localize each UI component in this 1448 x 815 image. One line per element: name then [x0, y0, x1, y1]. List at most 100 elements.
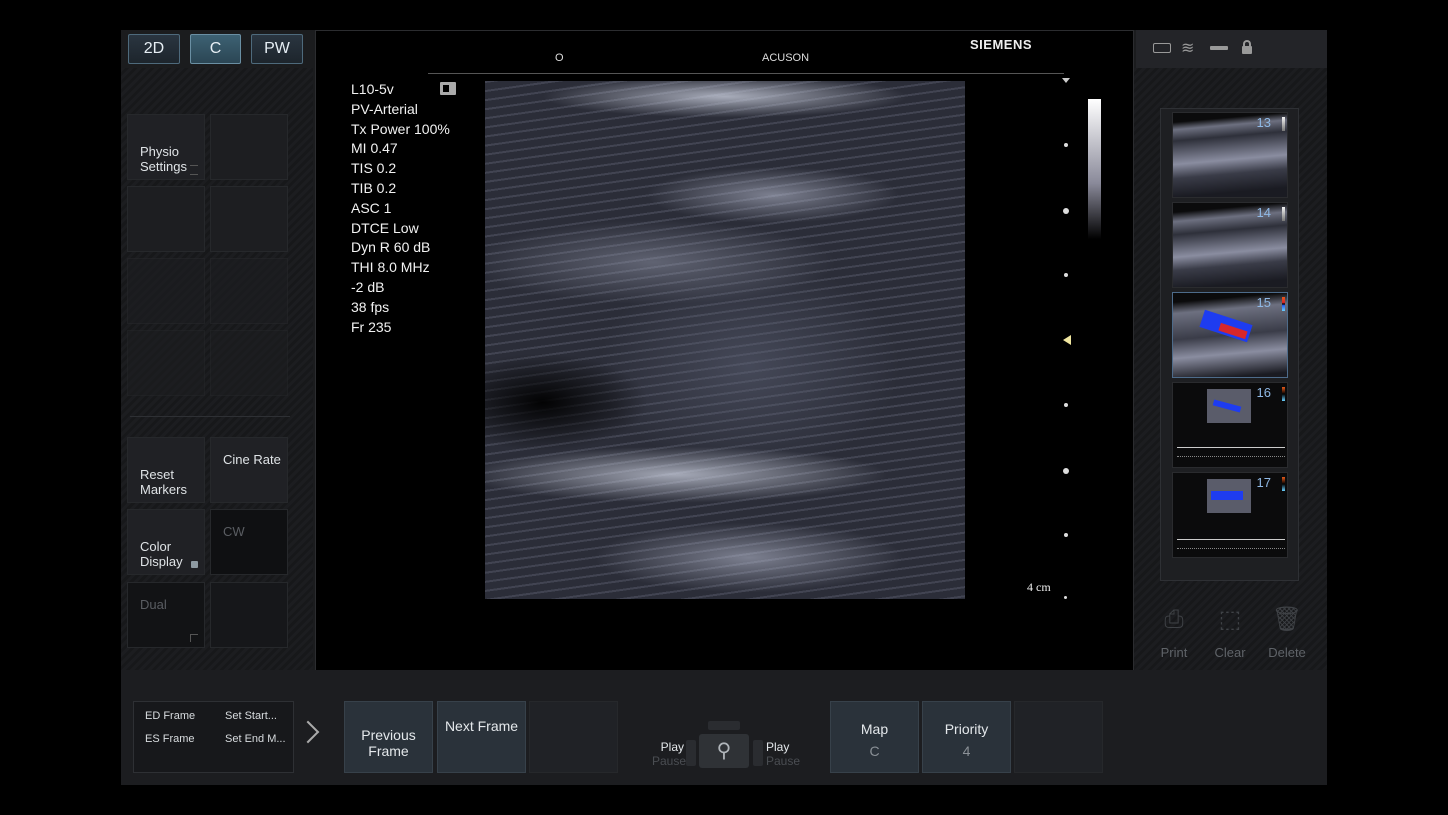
- priority-label: Priority: [944, 721, 989, 737]
- clear-label: Clear: [1214, 645, 1246, 660]
- clear-button[interactable]: ⬚ Clear: [1204, 605, 1256, 660]
- footswitch-top: [708, 721, 740, 730]
- footswitch-icon[interactable]: ⚲: [699, 734, 749, 768]
- thumbnail[interactable]: 14: [1172, 202, 1288, 288]
- dual-button[interactable]: Dual: [127, 582, 205, 648]
- thumbnail[interactable]: 15: [1172, 292, 1288, 378]
- cine-rate-label: Cine Rate: [223, 452, 281, 467]
- divider: [130, 416, 290, 417]
- delete-label: Delete: [1268, 645, 1306, 660]
- empty-button: [529, 701, 618, 773]
- map-label: Map: [860, 721, 889, 737]
- empty-tile: [127, 330, 205, 396]
- map-button[interactable]: Map C: [830, 701, 919, 773]
- play-left-label: Play: [660, 740, 684, 754]
- param-gain: -2 dB: [351, 278, 385, 295]
- previous-frame-button[interactable]: Previous Frame: [344, 701, 433, 773]
- empty-button: [1014, 701, 1103, 773]
- thumbnail-number: 15: [1256, 295, 1271, 310]
- depth-label: 4 cm: [1027, 580, 1051, 594]
- depth-tick: [1064, 403, 1068, 407]
- color-bar: [1282, 477, 1285, 491]
- param-thi: THI 8.0 MHz: [351, 259, 430, 276]
- corner-icon: [190, 634, 198, 642]
- lock-icon[interactable]: [1242, 40, 1252, 54]
- map-value: C: [869, 743, 880, 759]
- empty-tile: [127, 258, 205, 324]
- focus-marker-icon: [1063, 335, 1071, 345]
- param-dtce: DTCE Low: [351, 219, 419, 236]
- play-left-button[interactable]: Play Pause: [652, 740, 686, 768]
- color-display-label: Color Display: [140, 539, 183, 569]
- cw-button[interactable]: CW: [210, 509, 288, 575]
- thumbnail-number: 16: [1256, 385, 1271, 400]
- param-mi: MI 0.47: [351, 140, 398, 157]
- wireless-icon: ≋: [1181, 40, 1195, 57]
- camera-icon: [1153, 43, 1171, 53]
- depth-tick: [1063, 208, 1069, 214]
- pause-right-label: Pause: [766, 754, 801, 768]
- grayscale-bar: [1282, 207, 1285, 221]
- param-asc: ASC 1: [351, 199, 392, 216]
- param-fps: 38 fps: [351, 298, 390, 315]
- color-bar: [1282, 387, 1285, 401]
- param-transducer: L10-5v: [351, 81, 394, 97]
- print-button[interactable]: ⎙ Print: [1148, 605, 1200, 660]
- grayscale-bar: [1282, 117, 1285, 131]
- header-marker: O: [555, 52, 564, 64]
- physio-settings-button[interactable]: Physio Settings: [127, 114, 205, 180]
- delete-button[interactable]: 🗑 Delete: [1261, 605, 1313, 660]
- physio-settings-label: Physio Settings: [140, 144, 187, 174]
- color-display-button[interactable]: Color Display: [127, 509, 205, 575]
- footswitch-left: [686, 740, 696, 766]
- previous-frame-label: Previous Frame: [361, 727, 416, 759]
- grayscale-bar: [1088, 99, 1101, 239]
- empty-tile: [210, 186, 288, 252]
- reset-markers-button[interactable]: Reset Markers: [127, 437, 205, 503]
- param-preset: PV-Arterial: [351, 100, 418, 117]
- thumbnail[interactable]: 13: [1172, 112, 1288, 198]
- next-frame-button[interactable]: Next Frame: [437, 701, 526, 773]
- cine-rate-button[interactable]: Cine Rate: [210, 437, 288, 503]
- doppler-waveform: [1177, 447, 1285, 457]
- thumbnail[interactable]: 16: [1172, 382, 1288, 468]
- mode-2d-button[interactable]: 2D: [128, 34, 180, 64]
- status-led: [191, 561, 198, 568]
- doppler-waveform: [1177, 539, 1285, 549]
- thumbnail[interactable]: 17: [1172, 472, 1288, 558]
- empty-tile: [210, 258, 288, 324]
- thumbnail-number: 17: [1256, 475, 1271, 490]
- priority-button[interactable]: Priority 4: [922, 701, 1011, 773]
- thumbnail-number: 13: [1256, 115, 1271, 130]
- color-bar: [1282, 297, 1285, 311]
- param-frame: Fr 235: [351, 318, 392, 335]
- priority-value: 4: [962, 743, 971, 759]
- ultrasound-image: [485, 81, 965, 599]
- depth-tick: [1063, 468, 1069, 474]
- doppler-color-box: [1211, 491, 1243, 500]
- delete-icon: 🗑: [1271, 606, 1303, 633]
- play-right-button[interactable]: Play Pause: [766, 740, 802, 768]
- thumbnail-number: 14: [1256, 205, 1271, 220]
- param-tis: TIS 0.2: [351, 160, 397, 177]
- reset-markers-label: Reset Markers: [140, 467, 187, 497]
- mode-color-button[interactable]: C: [190, 34, 241, 64]
- empty-tile: [210, 330, 288, 396]
- mode-pw-button[interactable]: PW: [251, 34, 303, 64]
- param-tib: TIB 0.2: [351, 179, 397, 196]
- play-right-label: Play: [766, 740, 790, 754]
- depth-tick: [1064, 596, 1067, 599]
- imaging-params: L10-5v PV-Arterial Tx Power 100% MI 0.47…: [351, 80, 450, 337]
- clear-icon: ⬚: [1218, 606, 1242, 633]
- cw-label: CW: [223, 524, 245, 539]
- ed-frame-button[interactable]: ED Frame: [145, 710, 195, 722]
- param-dyn-range: Dyn R 60 dB: [351, 239, 431, 256]
- usb-icon: [1210, 46, 1228, 50]
- es-frame-button[interactable]: ES Frame: [145, 733, 195, 745]
- set-end-button[interactable]: Set End M...: [225, 733, 286, 745]
- depth-marker-top: [1062, 78, 1070, 83]
- empty-tile: [210, 582, 288, 648]
- depth-tick: [1064, 273, 1068, 277]
- empty-tile: [127, 186, 205, 252]
- set-start-button[interactable]: Set Start...: [225, 710, 277, 722]
